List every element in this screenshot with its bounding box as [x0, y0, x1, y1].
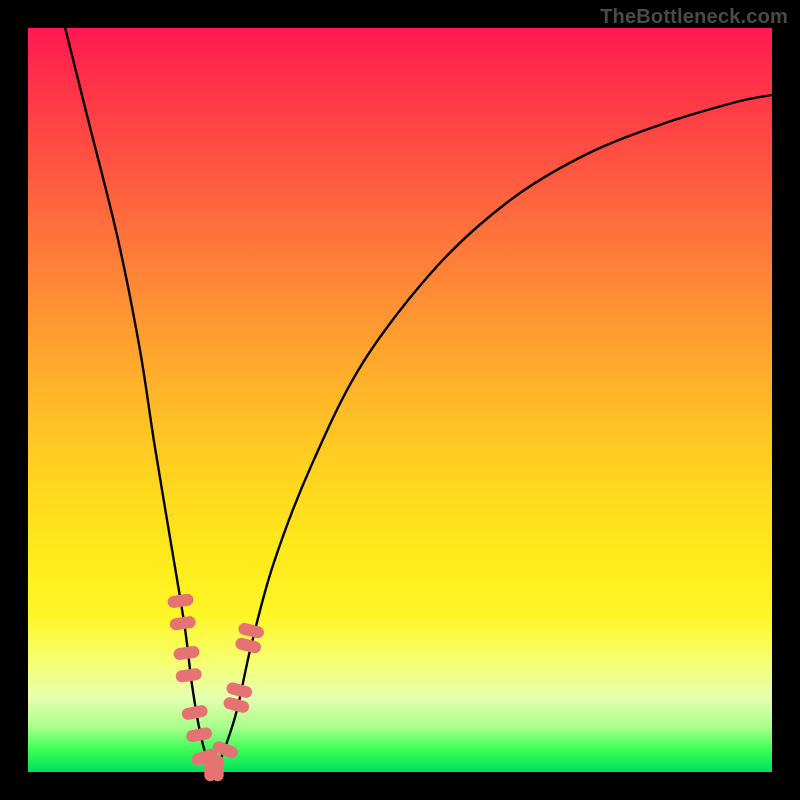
marker-capsule [167, 593, 194, 609]
bottleneck-curve [65, 28, 772, 772]
marker-capsule [175, 668, 202, 684]
watermark-text: TheBottleneck.com [600, 6, 788, 29]
marker-capsule [237, 622, 265, 640]
plot-area [28, 28, 772, 772]
marker-capsule [234, 637, 262, 655]
marker-capsule [185, 726, 213, 743]
curve-svg [28, 28, 772, 772]
outer-frame: TheBottleneck.com [0, 0, 800, 800]
marker-capsule [169, 615, 196, 631]
marker-capsule [181, 704, 209, 721]
marker-group [167, 593, 266, 781]
marker-capsule [173, 645, 200, 661]
marker-capsule [212, 755, 224, 781]
